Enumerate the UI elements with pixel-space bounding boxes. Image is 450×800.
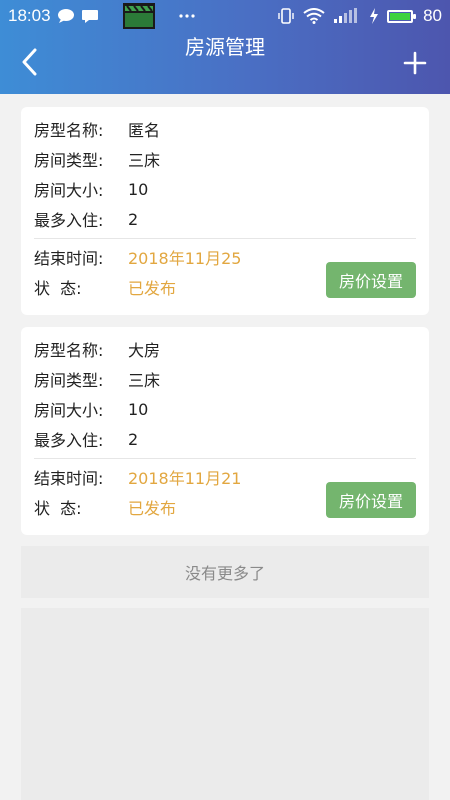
- end-time-label: 结束时间:: [34, 249, 104, 268]
- page-title: 房源管理: [185, 35, 265, 59]
- listing-card[interactable]: 房型名称: 大房 房间类型: 三床 房间大小: 10 最多入住: 2 结束时间:…: [21, 327, 429, 535]
- room-size-value: 10: [128, 179, 149, 199]
- more-dots-icon: [178, 13, 195, 19]
- status-row: 状 态: 已发布: [34, 275, 176, 299]
- signal-icon: [333, 8, 361, 24]
- room-type-label: 房间类型:: [34, 371, 104, 390]
- price-settings-button[interactable]: 房价设置: [326, 262, 416, 298]
- room-name-row: 房型名称: 匿名: [34, 117, 160, 141]
- wifi-icon: [303, 8, 325, 24]
- max-guests-label: 最多入住:: [34, 211, 104, 230]
- price-settings-button[interactable]: 房价设置: [326, 482, 416, 518]
- no-more-indicator: 没有更多了: [21, 546, 429, 598]
- end-time-label: 结束时间:: [34, 469, 104, 488]
- message-icon: [81, 8, 99, 24]
- card-divider: [34, 458, 416, 459]
- battery-icon: [387, 9, 417, 23]
- end-time-value: 2018年11月25: [128, 249, 242, 268]
- room-name-value: 大房: [128, 341, 161, 360]
- room-name-value: 匿名: [128, 121, 161, 140]
- room-type-row: 房间类型: 三床: [34, 147, 160, 171]
- max-guests-row: 最多入住: 2: [34, 207, 138, 231]
- room-size-label: 房间大小:: [34, 181, 104, 200]
- card-divider: [34, 238, 416, 239]
- empty-list-area: [21, 608, 429, 800]
- end-time-row: 结束时间: 2018年11月25: [34, 245, 241, 269]
- status-row: 状 态: 已发布: [34, 495, 176, 519]
- add-button[interactable]: [398, 46, 432, 80]
- max-guests-value: 2: [128, 209, 139, 229]
- status-time: 18:03: [8, 6, 51, 25]
- vibrate-icon: [277, 7, 295, 25]
- room-type-value: 三床: [128, 151, 161, 170]
- end-time-row: 结束时间: 2018年11月21: [34, 465, 241, 489]
- end-time-value: 2018年11月21: [128, 469, 242, 488]
- clapperboard-icon: [122, 3, 155, 29]
- status-label: 状 态:: [34, 499, 82, 518]
- battery-level: 80: [423, 6, 442, 25]
- charging-icon: [369, 8, 379, 24]
- max-guests-value: 2: [128, 429, 139, 449]
- room-name-label: 房型名称:: [34, 121, 104, 140]
- status-bar: 18:03 80: [0, 0, 450, 32]
- room-name-label: 房型名称:: [34, 341, 104, 360]
- app-header: 18:03 80 房源管理: [0, 0, 450, 94]
- plus-icon: [403, 51, 427, 75]
- listing-card[interactable]: 房型名称: 匿名 房间类型: 三床 房间大小: 10 最多入住: 2 结束时间:…: [21, 107, 429, 315]
- status-value: 已发布: [128, 499, 177, 518]
- max-guests-label: 最多入住:: [34, 431, 104, 450]
- room-size-label: 房间大小:: [34, 401, 104, 420]
- room-type-row: 房间类型: 三床: [34, 367, 160, 391]
- max-guests-row: 最多入住: 2: [34, 427, 138, 451]
- status-label: 状 态:: [34, 279, 82, 298]
- room-name-row: 房型名称: 大房: [34, 337, 160, 361]
- room-type-value: 三床: [128, 371, 161, 390]
- room-size-row: 房间大小: 10: [34, 397, 148, 421]
- room-size-value: 10: [128, 399, 149, 419]
- chat-bubble-icon: [57, 8, 75, 24]
- room-size-row: 房间大小: 10: [34, 177, 148, 201]
- status-value: 已发布: [128, 279, 177, 298]
- room-type-label: 房间类型:: [34, 151, 104, 170]
